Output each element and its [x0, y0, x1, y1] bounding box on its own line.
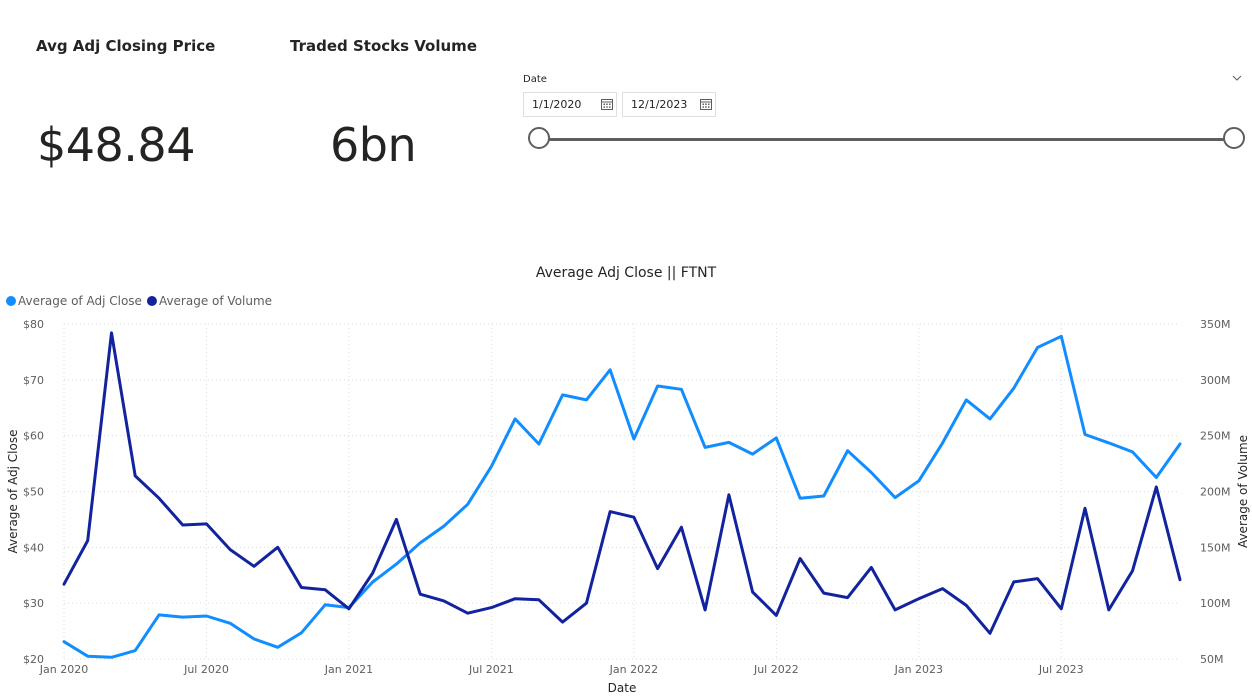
legend-label-0: Average of Adj Close: [18, 294, 142, 308]
y2-tick-label: 250M: [1200, 430, 1231, 443]
card-value-avg-adj-close: $48.84: [37, 118, 195, 172]
card-title-avg-adj-close: Avg Adj Closing Price: [36, 37, 216, 55]
legend-label-1: Average of Volume: [159, 294, 272, 308]
start-date-value: 1/1/2020: [532, 98, 582, 111]
y-tick-label: $60: [23, 430, 44, 443]
y2-tick-label: 300M: [1200, 374, 1231, 387]
date-slicer-label: Date: [523, 74, 547, 85]
y2-tick-label: 50M: [1200, 653, 1224, 666]
x-tick-label: Jul 2020: [183, 663, 229, 676]
chart-title: Average Adj Close || FTNT: [536, 265, 717, 281]
x-tick-label: Jul 2023: [1038, 663, 1084, 676]
x-tick-label: Jan 2022: [609, 663, 658, 676]
x-tick-label: Jan 2020: [39, 663, 88, 676]
calendar-icon[interactable]: [601, 98, 613, 110]
y-tick-label: $30: [23, 597, 44, 610]
start-date-input[interactable]: 1/1/2020: [523, 92, 617, 117]
x-tick-label: Jul 2022: [753, 663, 799, 676]
y-tick-label: $40: [23, 541, 44, 554]
end-date-input[interactable]: 12/1/2023: [622, 92, 716, 117]
slider-start-handle[interactable]: [528, 127, 550, 149]
y2-tick-label: 350M: [1200, 318, 1231, 331]
y2-tick-label: 100M: [1200, 597, 1231, 610]
y-tick-label: $70: [23, 374, 44, 387]
legend-marker-1: [146, 296, 157, 306]
card-title-traded-volume: Traded Stocks Volume: [290, 37, 477, 55]
date-range-slider-track[interactable]: [539, 138, 1234, 141]
slider-end-handle[interactable]: [1223, 127, 1245, 149]
x-tick-label: Jul 2021: [468, 663, 514, 676]
y2-axis-title: Average of Volume: [1236, 435, 1250, 548]
series-line-adj-close: [62, 334, 1182, 659]
x-axis-title: Date: [608, 681, 637, 695]
y-tick-label: $80: [23, 318, 44, 331]
end-date-value: 12/1/2023: [631, 98, 688, 111]
calendar-icon[interactable]: [700, 98, 712, 110]
y-tick-label: $50: [23, 486, 44, 499]
y2-tick-label: 150M: [1200, 541, 1231, 554]
legend-marker-0: [6, 296, 16, 306]
series-line-volume: [62, 331, 1182, 635]
chevron-down-icon[interactable]: [1231, 72, 1243, 84]
card-value-traded-volume: 6bn: [330, 118, 417, 172]
x-tick-label: Jan 2021: [324, 663, 373, 676]
line-chart: Average Adj Close || FTNT Average of Adj …: [6, 265, 1250, 695]
y-axis-title: Average of Adj Close: [6, 430, 20, 554]
x-tick-label: Jan 2023: [894, 663, 943, 676]
y2-tick-label: 200M: [1200, 486, 1231, 499]
